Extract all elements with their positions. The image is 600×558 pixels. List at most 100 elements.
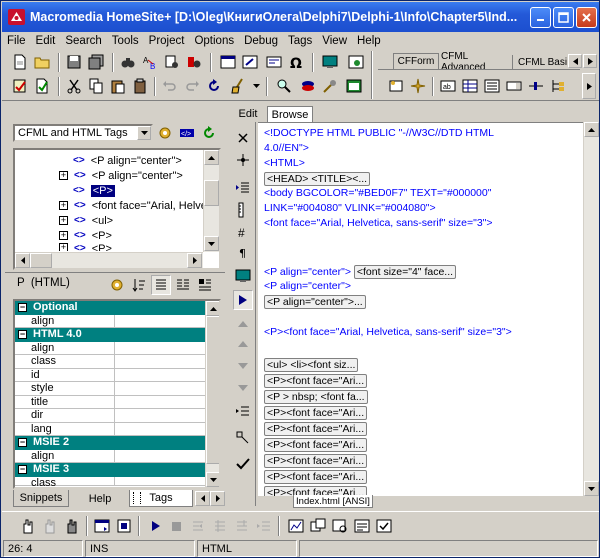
scroll-thumb-horizontal[interactable] [30, 253, 52, 268]
tab-snippets[interactable]: Snippets [13, 490, 69, 507]
expand-icon[interactable]: + [59, 231, 68, 240]
minimize-button[interactable] [530, 7, 551, 28]
expand-icon[interactable]: + [59, 171, 68, 180]
menu-edit[interactable]: Edit [31, 35, 61, 47]
collapsed-block[interactable]: <HEAD> <TITLE><... [264, 172, 371, 186]
collapsed-block[interactable]: <P><font face="Ari... [264, 406, 368, 420]
step-over-button[interactable] [210, 516, 230, 536]
resource-button-b[interactable] [320, 76, 340, 96]
tag-tree[interactable]: <> <P align="center"> + <> <P align="center… [13, 148, 221, 270]
new-file-button[interactable] [10, 52, 30, 72]
collapsed-block[interactable]: <P align="center">... [264, 295, 366, 309]
tree-item[interactable]: + <> <P align="center"> [59, 168, 183, 183]
close-document-button[interactable] [233, 128, 253, 148]
property-value[interactable] [115, 342, 205, 355]
toolbar-overflow-button[interactable] [582, 73, 596, 99]
inspector-view-grid-button[interactable] [195, 275, 215, 295]
cf-tag-button-6[interactable] [504, 76, 524, 96]
zoom-button[interactable] [274, 76, 294, 96]
tree-item[interactable]: + <> <P> [59, 243, 112, 251]
outline-button[interactable] [233, 428, 253, 448]
inspector-view-categories-button[interactable] [173, 275, 193, 295]
cf-tag-button-2[interactable] [408, 76, 428, 96]
tabs-scroll-left[interactable] [568, 54, 582, 68]
paste-special-button[interactable] [130, 76, 150, 96]
scroll-left-button[interactable] [15, 253, 30, 268]
open-file-button[interactable] [32, 52, 52, 72]
property-value[interactable] [115, 355, 205, 369]
tab-cfml-basic[interactable]: CFML Basi [515, 55, 567, 69]
menu-options[interactable]: Options [189, 35, 239, 47]
tree-item[interactable]: + <> <font face="Arial, Helve [59, 198, 207, 213]
property-row[interactable]: dir [15, 409, 205, 423]
properties-scrollbar[interactable] [205, 301, 219, 487]
tag-tree-sync-button[interactable]: </> [177, 123, 197, 143]
property-group-html40[interactable]: − HTML 4.0 [15, 328, 205, 342]
tabs-next-button[interactable] [210, 491, 225, 506]
insert-tag-button[interactable] [264, 52, 284, 72]
nav-up-button[interactable] [233, 314, 253, 334]
validate-side-button[interactable] [233, 454, 253, 474]
menu-debug[interactable]: Debug [239, 35, 283, 47]
tab-tags[interactable]: Tags [129, 490, 193, 507]
list-indent-button[interactable] [233, 402, 253, 422]
menu-search[interactable]: Search [60, 35, 106, 47]
step-into-button[interactable] [188, 516, 208, 536]
refresh-button[interactable] [204, 76, 224, 96]
scroll-down-button[interactable] [206, 472, 219, 487]
save-button[interactable] [64, 52, 84, 72]
close-button[interactable] [576, 7, 597, 28]
nav-down2-button[interactable] [233, 378, 253, 398]
scroll-up-button[interactable] [584, 122, 599, 137]
collapse-icon[interactable]: − [18, 329, 27, 339]
debug-tool-4[interactable] [352, 516, 372, 536]
debug-tool-3[interactable] [330, 516, 350, 536]
tab-browse[interactable]: Browse [267, 106, 313, 122]
snippet-button[interactable] [320, 52, 340, 72]
resource-tab-button[interactable] [218, 52, 238, 72]
codesweeper-button[interactable] [228, 76, 248, 96]
menu-help[interactable]: Help [352, 35, 386, 47]
scroll-thumb[interactable] [204, 180, 219, 206]
property-row[interactable]: class [15, 476, 205, 486]
cut-button[interactable] [64, 76, 84, 96]
cf-tag-button-3[interactable]: ab [438, 76, 458, 96]
step-out-button[interactable] [232, 516, 252, 536]
preview-button[interactable] [344, 76, 364, 96]
menu-view[interactable]: View [317, 35, 352, 47]
nav-down-button[interactable] [233, 356, 253, 376]
property-group-optional[interactable]: − Optional [15, 301, 205, 315]
dropdown-arrow[interactable] [137, 126, 151, 140]
code-editor[interactable]: <!DOCTYPE HTML PUBLIC "-//W3C//DTD HTML … [258, 122, 583, 496]
expand-icon[interactable]: + [59, 216, 68, 225]
debug-tool-1[interactable] [286, 516, 306, 536]
save-all-button[interactable] [86, 52, 106, 72]
guide-button[interactable] [233, 200, 253, 220]
debug-tool-2[interactable] [308, 516, 328, 536]
debug-settings-button[interactable] [114, 516, 134, 536]
tree-item[interactable]: + <> <ul> [59, 213, 113, 228]
scroll-down-button[interactable] [584, 481, 599, 496]
tab-help[interactable]: Help [75, 490, 125, 507]
property-value[interactable] [115, 409, 205, 423]
property-row[interactable]: align [15, 341, 205, 355]
collapsed-block[interactable]: <P><font face="Ari... [264, 422, 368, 436]
run-to-cursor-button[interactable] [254, 516, 274, 536]
debug-watch-button[interactable] [62, 516, 82, 536]
property-value[interactable] [115, 477, 205, 486]
collapsed-block[interactable]: <ul> <li><font siz... [264, 358, 359, 372]
snippet-side-button[interactable] [233, 266, 253, 286]
tree-vertical-scrollbar[interactable] [203, 150, 219, 252]
expand-icon[interactable]: + [59, 201, 68, 210]
view-browse-button[interactable] [346, 52, 366, 72]
tree-item[interactable]: + <> <P> [59, 228, 112, 243]
fullscreen-button[interactable] [240, 52, 260, 72]
tag-tree-options-button[interactable] [155, 123, 175, 143]
nav-up2-button[interactable] [233, 334, 253, 354]
scroll-up-button[interactable] [206, 301, 219, 316]
cf-tag-button-1[interactable] [386, 76, 406, 96]
property-value[interactable] [115, 423, 205, 436]
debug-tool-5[interactable] [374, 516, 394, 536]
property-row[interactable]: lang [15, 422, 205, 436]
collapsed-block[interactable]: <P><font face="Ari... [264, 454, 368, 468]
